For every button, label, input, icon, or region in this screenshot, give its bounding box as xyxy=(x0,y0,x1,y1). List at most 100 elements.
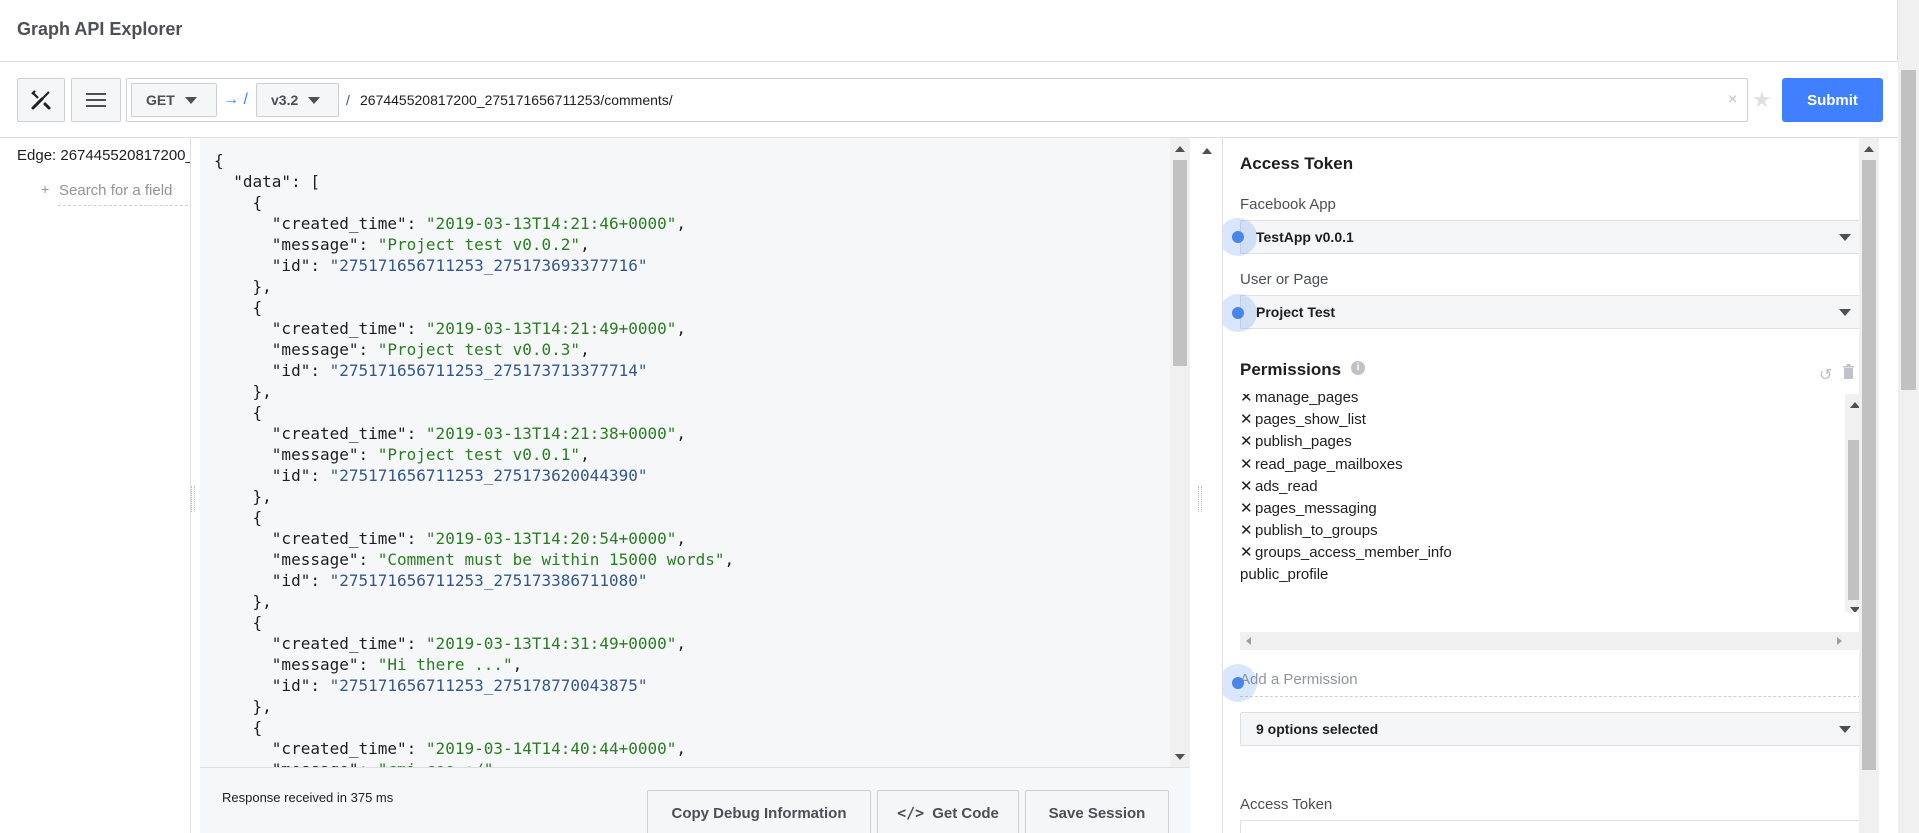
info-icon[interactable]: i xyxy=(1351,361,1365,375)
permission-item: ✕ read_page_mailboxes xyxy=(1240,455,1403,473)
permission-item: ✕ publish_to_groups xyxy=(1240,521,1378,539)
scroll-left-icon[interactable] xyxy=(1246,637,1251,645)
permission-name: public_profile xyxy=(1240,565,1329,583)
options-selected-value: 9 options selected xyxy=(1256,721,1379,737)
user-or-page-value: Project Test xyxy=(1256,304,1336,320)
window-scrollbar[interactable] xyxy=(1898,0,1919,833)
json-line: }, xyxy=(214,592,272,611)
permission-item: ✕ groups_access_member_info xyxy=(1240,543,1452,561)
left-resize-handle[interactable] xyxy=(191,486,195,512)
json-line: }, xyxy=(214,697,272,716)
access-token-label: Access Token xyxy=(1240,796,1333,813)
json-line: { xyxy=(214,718,263,737)
remove-permission-icon[interactable]: ✕ xyxy=(1240,455,1255,473)
scrollbar-thumb[interactable] xyxy=(1862,160,1876,770)
permission-list-hscrollbar[interactable] xyxy=(1240,632,1866,650)
star-icon[interactable]: ★ xyxy=(1752,87,1772,113)
json-line: "message": "Project test v0.0.2", xyxy=(214,235,590,254)
version-select[interactable]: v3.2 xyxy=(256,83,339,117)
edge-value: 267445520817200_ xyxy=(60,147,191,164)
field-sidebar: Edge: 267445520817200_ + Search for a fi… xyxy=(0,138,191,833)
code-icon: </> xyxy=(897,804,925,822)
permission-name: publish_pages xyxy=(1255,433,1352,451)
json-line: "id": "275171656711253_275173713377714" xyxy=(214,361,648,380)
json-line: { xyxy=(214,151,224,170)
json-line: "created_time": "2019-03-13T14:21:46+000… xyxy=(214,214,687,233)
field-search-input[interactable]: Search for a field xyxy=(59,182,172,199)
query-path-input[interactable]: 267445520817200_275171656711253/comments… xyxy=(360,92,673,108)
search-underline xyxy=(58,205,190,206)
remove-permission-icon[interactable]: ✕ xyxy=(1240,410,1255,428)
json-line: "created_time": "2019-03-13T14:20:54+000… xyxy=(214,529,687,548)
remove-permission-icon[interactable]: ✕ xyxy=(1240,394,1255,406)
scrollbar-thumb[interactable] xyxy=(1901,70,1916,390)
copy-debug-button[interactable]: Copy Debug Information xyxy=(647,790,871,833)
clear-icon[interactable]: × xyxy=(1728,91,1737,109)
access-token-input[interactable] xyxy=(1240,820,1866,833)
json-line: "created_time": "2019-03-13T14:21:49+000… xyxy=(214,319,687,338)
chevron-down-icon xyxy=(1839,234,1851,241)
json-line: "message": "Hi there ...", xyxy=(214,655,523,674)
trash-icon[interactable] xyxy=(1842,364,1855,382)
facebook-app-select[interactable]: TestApp v0.0.1 xyxy=(1240,220,1866,254)
path-arrow: → / xyxy=(223,91,248,108)
user-or-page-label: User or Page xyxy=(1240,271,1329,288)
version-value: v3.2 xyxy=(271,92,299,108)
permission-item: ✕ ads_read xyxy=(1240,477,1318,495)
tools-icon xyxy=(31,90,51,110)
get-code-button[interactable]: </> Get Code xyxy=(877,790,1019,833)
scroll-up-icon[interactable] xyxy=(1175,146,1185,152)
app-title: Graph API Explorer xyxy=(17,19,183,39)
method-value: GET xyxy=(146,92,175,108)
tools-button[interactable] xyxy=(17,78,65,122)
save-session-button[interactable]: Save Session xyxy=(1025,790,1169,833)
permission-name: pages_show_list xyxy=(1255,411,1366,429)
edge-label: Edge: 267445520817200_ xyxy=(17,147,191,164)
menu-button[interactable] xyxy=(71,78,121,122)
permission-name: pages_messaging xyxy=(1255,500,1377,517)
response-scrollbar[interactable] xyxy=(1170,138,1190,767)
scroll-up-icon[interactable] xyxy=(1864,146,1874,152)
user-or-page-select[interactable]: Project Test xyxy=(1240,295,1866,329)
path-slash: / xyxy=(346,92,350,108)
json-line: "id": "275171656711253_275173693377716" xyxy=(214,256,648,275)
permission-list: public_profile ✕ groups_access_member_info… xyxy=(1240,394,1866,612)
scroll-right-icon[interactable] xyxy=(1837,637,1842,645)
middle-resize-handle[interactable] xyxy=(1198,486,1202,512)
add-permission-input[interactable]: Add a Permission xyxy=(1240,671,1866,697)
permission-name: publish_to_groups xyxy=(1255,522,1378,540)
remove-permission-icon[interactable]: ✕ xyxy=(1240,432,1255,450)
panel-scrollbar[interactable] xyxy=(1859,138,1879,833)
scroll-up-icon[interactable] xyxy=(1202,148,1212,154)
access-token-title: Access Token xyxy=(1240,154,1354,173)
facebook-app-label: Facebook App xyxy=(1240,196,1336,213)
permission-item: ✕ pages_messaging xyxy=(1240,499,1377,517)
json-line: }, xyxy=(214,487,272,506)
app-header: Graph API Explorer xyxy=(0,0,1898,62)
json-line: "id": "275171656711253_275173386711080" xyxy=(214,571,648,590)
submit-button[interactable]: Submit xyxy=(1782,78,1883,122)
edge-prefix: Edge: xyxy=(17,147,57,164)
facebook-app-value: TestApp v0.0.1 xyxy=(1256,229,1354,245)
json-line: "created_time": "2019-03-13T14:31:49+000… xyxy=(214,634,687,653)
collapse-handle[interactable] xyxy=(1198,138,1216,168)
response-viewer: { "data": [ { "created_time": "2019-03-1… xyxy=(200,138,1190,768)
json-line: { xyxy=(214,403,263,422)
undo-icon[interactable]: ↺ xyxy=(1819,365,1832,385)
remove-permission-icon[interactable]: ✕ xyxy=(1240,477,1255,495)
options-selected-select[interactable]: 9 options selected xyxy=(1240,712,1866,746)
remove-permission-icon[interactable]: ✕ xyxy=(1240,543,1255,561)
remove-permission-icon[interactable]: ✕ xyxy=(1240,521,1255,539)
json-line: }, xyxy=(214,382,272,401)
method-select[interactable]: GET xyxy=(131,83,217,117)
remove-permission-icon[interactable]: ✕ xyxy=(1240,499,1255,517)
json-line: "id": "275171656711253_275178770043875" xyxy=(214,676,648,695)
plus-icon: + xyxy=(41,181,50,197)
scroll-down-icon[interactable] xyxy=(1175,754,1185,760)
json-line: "created_time": "2019-03-14T14:40:44+000… xyxy=(214,739,687,758)
scrollbar-thumb[interactable] xyxy=(1173,160,1187,366)
permission-item: ✕ publish_pages xyxy=(1240,432,1352,450)
permissions-title: Permissions xyxy=(1240,360,1342,379)
chevron-down-icon xyxy=(1839,309,1851,316)
json-line: { xyxy=(214,613,263,632)
